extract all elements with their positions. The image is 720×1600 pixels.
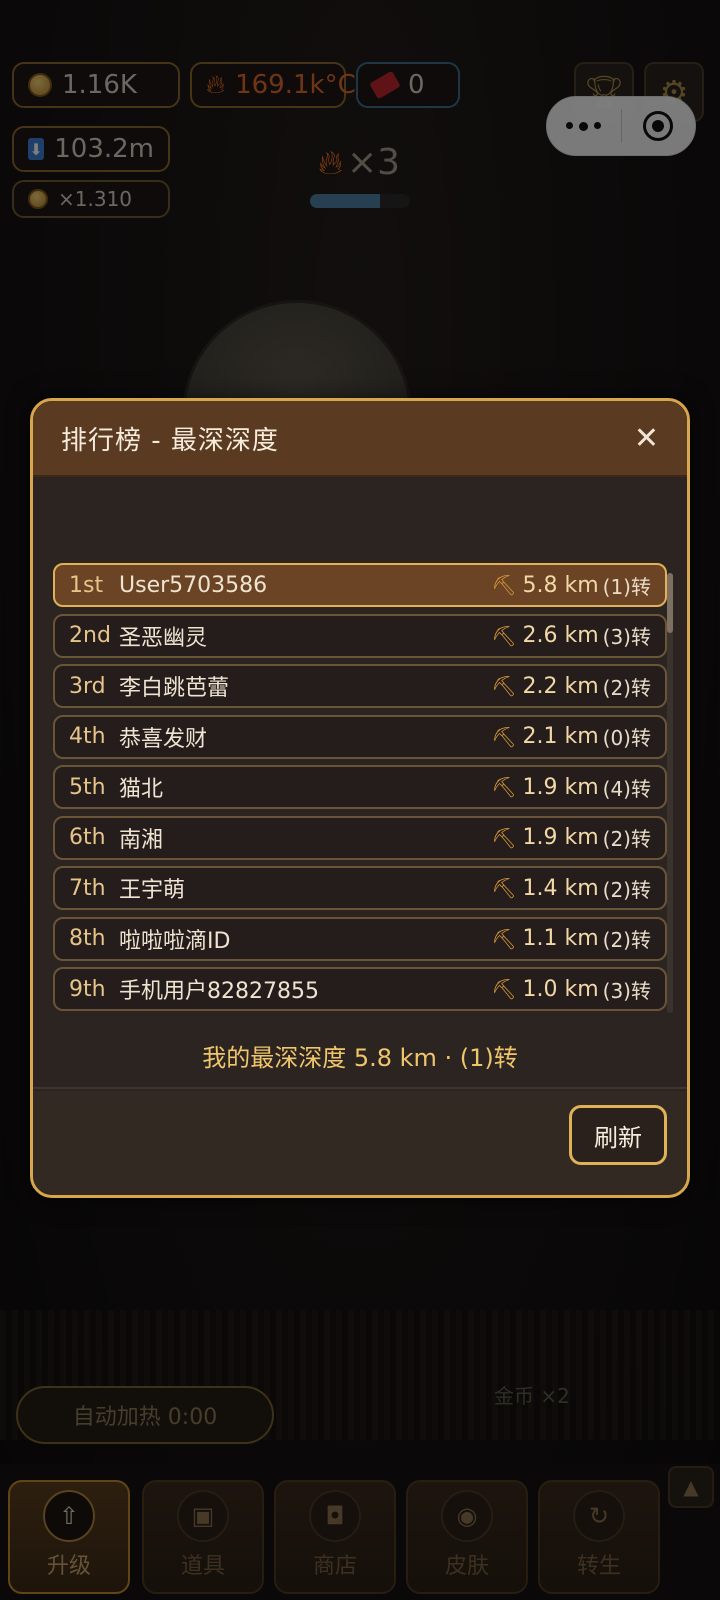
row-depth-value: 1.0 km [522, 976, 599, 1002]
row-player-name: 啦啦啦滴ID [119, 928, 231, 954]
row-rebirths: (2)转 [602, 928, 651, 952]
row-depth-value: 2.2 km [522, 673, 599, 699]
leaderboard-row[interactable]: 6th 南湘 ⛏ 1.9 km (2)转 [53, 815, 667, 860]
row-rebirths: (1)转 [602, 574, 651, 599]
row-depth: ⛏ 1.1 km [491, 926, 599, 951]
row-rebirths: (3)转 [602, 978, 651, 1003]
row-player-name: 王宇萌 [119, 878, 186, 903]
pickaxe-icon: ⛏ [491, 775, 517, 799]
modal-header: 排行榜 - 最深深度 ✕ [33, 401, 687, 477]
row-rank: 1st [69, 572, 104, 598]
row-rebirths: (2)转 [602, 827, 651, 851]
row-depth-value: 1.9 km [522, 825, 599, 850]
row-rebirths: (0)转 [602, 726, 651, 750]
row-depth-value: 1.1 km [522, 926, 599, 951]
row-depth-value: 1.4 km [522, 875, 599, 901]
row-rebirths: (2)转 [602, 675, 651, 700]
pickaxe-icon: ⛏ [491, 825, 517, 850]
my-best-depth: 我的最深深度 5.8 km · (1)转 [33, 1023, 687, 1089]
row-rank: 2nd [69, 623, 111, 648]
row-depth-value: 5.8 km [522, 572, 599, 598]
pickaxe-icon: ⛏ [491, 876, 517, 900]
leaderboard-modal: 排行榜 - 最深深度 ✕ 1st User5703586 ⛏ 5.8 km (1)转 2n… [30, 398, 690, 1198]
row-depth: ⛏ 2.1 km [491, 724, 599, 749]
pickaxe-icon: ⛏ [491, 674, 517, 698]
close-icon[interactable]: ✕ [634, 421, 659, 456]
row-rebirths: (2)转 [602, 877, 651, 902]
row-rank: 7th [69, 875, 106, 901]
leaderboard-row[interactable]: 5th 猫北 ⛏ 1.9 km (4)转 [53, 765, 667, 809]
row-rebirths: (3)转 [602, 625, 651, 649]
leaderboard-row[interactable]: 2nd 圣恶幽灵 ⛏ 2.6 km (3)转 [53, 613, 667, 658]
pickaxe-icon: ⛏ [491, 977, 517, 1001]
row-depth: ⛏ 2.2 km [491, 674, 599, 699]
row-rank: 9th [69, 976, 106, 1002]
modal-title: 排行榜 - 最深深度 [61, 425, 279, 456]
leaderboard-row[interactable]: 7th 王宇萌 ⛏ 1.4 km (2)转 [53, 866, 667, 910]
row-player-name: 猫北 [119, 777, 164, 802]
row-rank: 6th [69, 825, 106, 850]
row-rank: 5th [69, 774, 106, 800]
row-depth: ⛏ 5.8 km [491, 573, 599, 598]
modal-footer: 刷新 [33, 1091, 687, 1195]
row-rank: 4th [69, 724, 106, 749]
leaderboard-row[interactable]: 9th 手机用户82827855 ⛏ 1.0 km (3)转 [53, 967, 667, 1011]
scrollbar-thumb[interactable] [667, 573, 673, 633]
pickaxe-icon: ⛏ [491, 623, 517, 648]
leaderboard-row[interactable]: 1st User5703586 ⛏ 5.8 km (1)转 [53, 563, 667, 607]
row-player-name: 南湘 [119, 827, 164, 853]
row-depth: ⛏ 1.0 km [491, 977, 599, 1002]
pickaxe-icon: ⛏ [491, 926, 517, 951]
row-player-name: 李白跳芭蕾 [119, 676, 230, 701]
scrollbar[interactable] [667, 573, 673, 1013]
pickaxe-icon: ⛏ [491, 573, 517, 597]
row-depth-value: 2.6 km [522, 623, 599, 648]
row-rank: 3rd [69, 673, 106, 699]
row-player-name: 恭喜发财 [119, 726, 208, 752]
pickaxe-icon: ⛏ [491, 724, 517, 749]
leaderboard-row[interactable]: 8th 啦啦啦滴ID ⛏ 1.1 km (2)转 [53, 916, 667, 961]
leaderboard-row[interactable]: 3rd 李白跳芭蕾 ⛏ 2.2 km (2)转 [53, 664, 667, 708]
row-player-name: 圣恶幽灵 [119, 625, 208, 651]
row-player-name: User5703586 [119, 572, 268, 598]
refresh-button[interactable]: 刷新 [569, 1105, 667, 1165]
row-rebirths: (4)转 [602, 776, 651, 801]
row-player-name: 手机用户82827855 [119, 979, 319, 1004]
leaderboard-list[interactable]: 1st User5703586 ⛏ 5.8 km (1)转 2nd 圣恶幽灵 ⛏ 2.6 km(… [53, 563, 667, 1023]
row-depth-value: 1.9 km [522, 774, 599, 800]
row-depth: ⛏ 1.9 km [491, 775, 599, 800]
row-depth: ⛏ 1.9 km [491, 825, 599, 850]
leaderboard-row[interactable]: 4th 恭喜发财 ⛏ 2.1 km (0)转 [53, 714, 667, 759]
row-depth: ⛏ 2.6 km [491, 623, 599, 648]
row-depth-value: 2.1 km [522, 724, 599, 749]
row-depth: ⛏ 1.4 km [491, 876, 599, 901]
row-rank: 8th [69, 926, 106, 951]
